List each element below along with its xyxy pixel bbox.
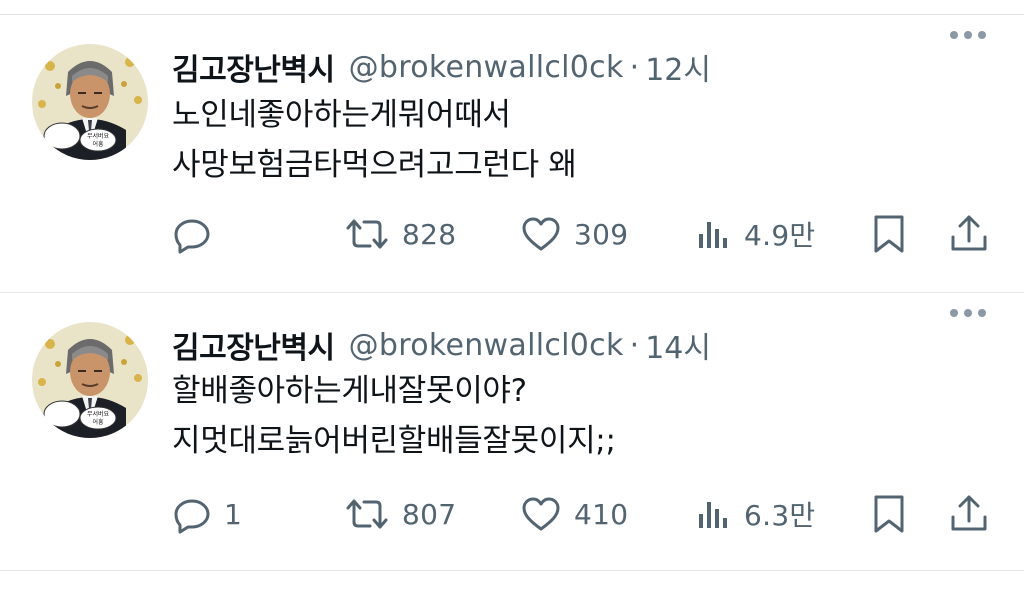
reply-button[interactable] <box>172 209 224 259</box>
svg-text:무서버요: 무서버요 <box>87 132 110 140</box>
share-button[interactable] <box>948 209 990 259</box>
bookmark-icon <box>870 213 908 255</box>
more-icon[interactable] <box>946 299 990 327</box>
retweet-count: 807 <box>402 497 457 531</box>
tweet-text: 할배좋아하는게내잘못이야? 지멋대로늙어버린할배들잘못이지;; <box>172 366 616 466</box>
view-count: 6.3만 <box>744 499 816 532</box>
tweet-text: 노인네좋아하는게뭐어때서 사망보험금타먹으려고그런다 왜 <box>172 90 577 190</box>
separator-dot: · <box>629 327 640 363</box>
like-count: 309 <box>574 217 629 251</box>
reply-count: 1 <box>224 497 243 531</box>
tweet-card[interactable]: 무서버요 어흥 김고장난벽시 @brokenwallcl0ck · 14시 할배… <box>0 293 1024 571</box>
like-icon <box>520 214 562 254</box>
display-name[interactable]: 김고장난벽시 <box>172 45 335 89</box>
like-count: 410 <box>574 497 629 531</box>
views-button[interactable]: 6.3만 <box>696 489 816 539</box>
user-handle[interactable]: @brokenwallcl0ck <box>349 50 624 85</box>
tweet-text-line: 할배좋아하는게내잘못이야? <box>172 373 527 409</box>
share-icon <box>948 493 990 535</box>
retweet-count: 828 <box>402 217 457 251</box>
tweet-text-line: 노인네좋아하는게뭐어때서 <box>172 97 511 133</box>
bookmark-button[interactable] <box>870 209 908 259</box>
retweet-icon <box>344 214 390 254</box>
svg-text:어흥: 어흥 <box>92 418 104 426</box>
views-icon <box>696 494 732 534</box>
timestamp[interactable]: 12시 <box>645 45 711 89</box>
views-button[interactable]: 4.9만 <box>696 209 816 259</box>
like-button[interactable]: 410 <box>520 489 628 539</box>
like-button[interactable]: 309 <box>520 209 628 259</box>
reply-button[interactable]: 1 <box>172 489 242 539</box>
retweet-button[interactable]: 807 <box>344 489 456 539</box>
reply-icon <box>172 494 212 534</box>
bookmark-button[interactable] <box>870 489 908 539</box>
user-handle[interactable]: @brokenwallcl0ck <box>349 328 624 363</box>
like-icon <box>520 494 562 534</box>
reply-icon <box>172 214 212 254</box>
views-icon <box>696 214 732 254</box>
tweet-text-line: 지멋대로늙어버린할배들잘못이지;; <box>172 423 616 459</box>
bookmark-icon <box>870 493 908 535</box>
more-icon[interactable] <box>946 21 990 49</box>
svg-text:어흥: 어흥 <box>92 140 104 148</box>
tweet-card[interactable]: 무서버요 어흥 김고장난벽시 @brokenwallcl0ck · 12시 노인… <box>0 15 1024 293</box>
view-count: 4.9만 <box>744 219 816 252</box>
avatar[interactable]: 무서버요 어흥 <box>32 322 148 438</box>
share-button[interactable] <box>948 489 990 539</box>
tweet-text-line: 사망보험금타먹으려고그런다 왜 <box>172 147 577 183</box>
share-icon <box>948 213 990 255</box>
retweet-button[interactable]: 828 <box>344 209 456 259</box>
timestamp[interactable]: 14시 <box>645 323 711 367</box>
retweet-icon <box>344 494 390 534</box>
svg-text:무서버요: 무서버요 <box>87 410 110 418</box>
divider-bottom <box>0 570 1024 571</box>
separator-dot: · <box>629 49 640 85</box>
avatar[interactable]: 무서버요 어흥 <box>32 44 148 160</box>
display-name[interactable]: 김고장난벽시 <box>172 323 335 367</box>
